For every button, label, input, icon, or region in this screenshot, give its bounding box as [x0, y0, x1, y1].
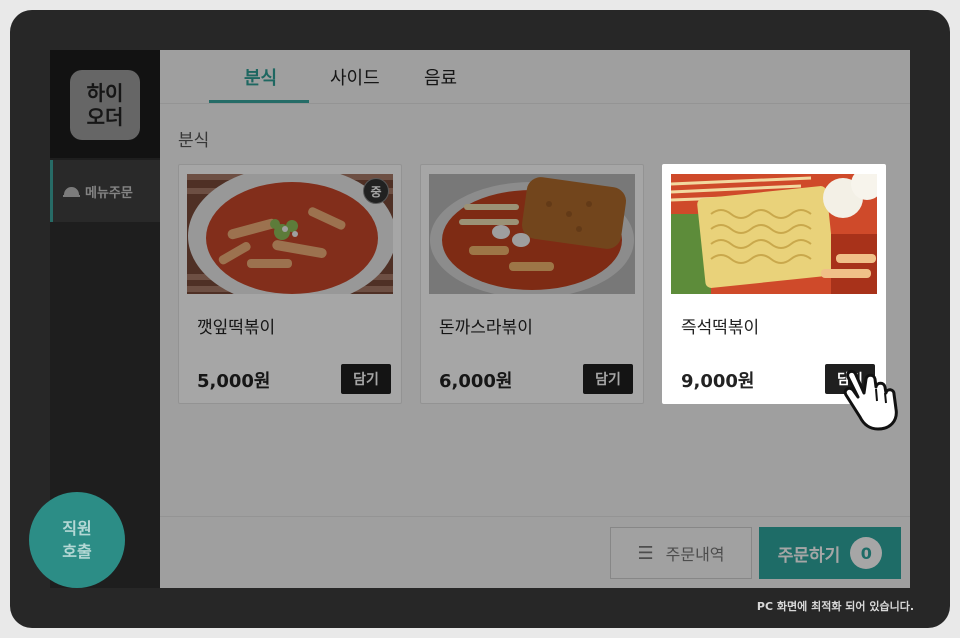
footnote: PC 화면에 최적화 되어 있습니다. — [756, 600, 914, 613]
item-name: 즉석떡볶이 — [681, 318, 760, 338]
item-price: 9,000원 — [681, 371, 755, 392]
staff-call-button[interactable]: 직원 호출 — [29, 492, 125, 588]
staff-call-line-1: 직원 — [62, 519, 92, 538]
pointing-hand-icon — [840, 365, 920, 437]
kiosk-screen: 하이 오더 메뉴주문 분식 사이드 음료 분식 중 깻잎떡볶이 5,000원 담… — [50, 50, 910, 588]
food-photo-jeukseok-tteokbokki — [671, 174, 877, 294]
staff-call-line-2: 호출 — [62, 542, 92, 561]
